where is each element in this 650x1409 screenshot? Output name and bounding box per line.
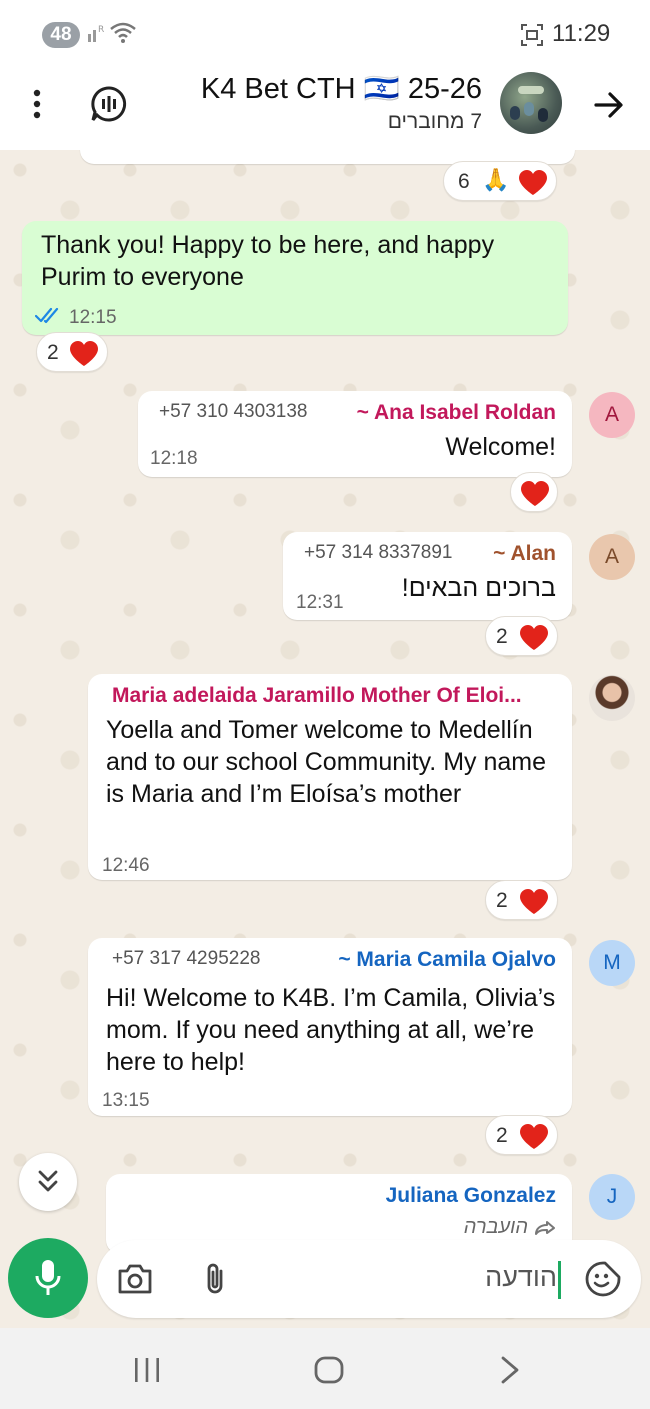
sender-phone: +57 310 4303138 <box>159 401 308 422</box>
message-bubble-incoming[interactable]: +57 314 8337891 ~ Alan ברוכים הבאים! 12:… <box>283 532 572 620</box>
status-bar: 48 R 11:29 <box>0 0 650 68</box>
back-icon[interactable] <box>498 1355 522 1385</box>
chat-area[interactable]: 6 🙏 Thank you! Happy to be here, and hap… <box>0 150 650 1328</box>
group-title[interactable]: K4 Bet CTH 🇮🇱 25-26 <box>170 72 482 106</box>
message-bubble-incoming[interactable]: +57 310 4303138 ~ Ana Isabel Roldan Welc… <box>138 391 572 477</box>
camera-icon[interactable] <box>117 1262 153 1296</box>
sender-name[interactable]: Maria adelaida Jaramillo Mother Of Eloi.… <box>112 684 522 708</box>
screen-record-icon <box>520 23 544 52</box>
sender-name[interactable]: ~ Ana Isabel Roldan <box>357 401 556 425</box>
message-text: Yoella and Tomer welcome to Medellín and… <box>106 716 547 808</box>
message-time: 13:15 <box>102 1090 150 1111</box>
chat-header: K4 Bet CTH 🇮🇱 25-26 7 מחוברים <box>0 68 650 150</box>
forwarded-label: הועברה <box>463 1216 528 1238</box>
heart-icon <box>520 625 548 650</box>
more-options-icon[interactable] <box>26 88 48 125</box>
pray-emoji-icon: 🙏 <box>482 167 510 192</box>
notification-badge: 48 <box>42 22 80 48</box>
forwarded-icon <box>535 1221 555 1235</box>
sender-phone: +57 314 8337891 <box>304 542 453 563</box>
heart-icon <box>520 889 548 914</box>
reaction-pill[interactable]: 6 🙏 <box>443 161 557 201</box>
message-text: Welcome! <box>445 433 556 461</box>
reaction-count: 2 <box>496 1124 508 1147</box>
message-time: 12:46 <box>102 855 150 876</box>
sender-avatar[interactable]: A <box>589 534 635 580</box>
reaction-count: 6 <box>458 170 470 193</box>
message-text: Thank you! Happy to be here, and happy P… <box>41 231 495 291</box>
sender-name[interactable]: Juliana Gonzalez <box>386 1184 556 1208</box>
sender-phone: +57 317 4295228 <box>112 948 261 969</box>
reaction-count: 2 <box>496 625 508 648</box>
sender-name[interactable]: ~ Maria Camila Ojalvo <box>338 948 556 972</box>
message-text: ברוכים הבאים! <box>401 574 556 602</box>
sticker-icon[interactable] <box>585 1261 621 1297</box>
back-arrow-icon[interactable] <box>592 88 626 127</box>
message-time: 12:15 <box>69 307 117 328</box>
scroll-to-bottom-button[interactable] <box>19 1153 77 1211</box>
message-time: 12:18 <box>150 448 198 469</box>
heart-icon <box>519 170 547 195</box>
double-chevron-down-icon <box>38 1170 58 1192</box>
reaction-pill[interactable] <box>510 472 558 512</box>
message-placeholder: הודעה <box>485 1262 557 1292</box>
reaction-count: 2 <box>496 889 508 912</box>
signal-icon: R <box>86 22 106 49</box>
sender-avatar[interactable]: M <box>589 940 635 986</box>
mic-icon <box>35 1260 61 1295</box>
group-avatar[interactable] <box>500 72 562 134</box>
message-bubble-incoming[interactable]: Maria adelaida Jaramillo Mother Of Eloi.… <box>88 674 572 880</box>
reaction-pill[interactable]: 2 <box>485 880 558 920</box>
sender-name[interactable]: ~ Alan <box>493 542 556 566</box>
system-navigation-bar <box>0 1328 650 1409</box>
attachment-icon[interactable] <box>203 1261 227 1297</box>
message-text: Hi! Welcome to K4B. I’m Camila, Olivia’s… <box>106 984 556 1076</box>
clock: 11:29 <box>552 20 611 47</box>
recent-apps-icon[interactable] <box>132 1356 162 1384</box>
voice-chat-icon[interactable] <box>90 85 128 128</box>
reaction-pill[interactable]: 2 <box>485 1115 558 1155</box>
reaction-pill[interactable]: 2 <box>36 332 108 372</box>
home-icon[interactable] <box>313 1355 345 1385</box>
sender-avatar[interactable]: J <box>589 1174 635 1220</box>
text-caret <box>558 1261 561 1299</box>
sender-avatar-photo[interactable] <box>589 675 635 721</box>
read-ticks-icon <box>35 307 59 324</box>
wifi-icon <box>108 20 138 51</box>
message-bubble-outgoing[interactable]: Thank you! Happy to be here, and happy P… <box>22 221 568 335</box>
svg-text:R: R <box>98 25 104 35</box>
heart-icon <box>70 341 98 366</box>
sender-avatar[interactable]: A <box>589 392 635 438</box>
heart-icon <box>521 481 549 506</box>
heart-icon <box>520 1124 548 1149</box>
group-online-count: 7 מחוברים <box>387 110 482 133</box>
message-time: 12:31 <box>296 592 344 613</box>
message-bubble-incoming[interactable]: +57 317 4295228 ~ Maria Camila Ojalvo Hi… <box>88 938 572 1116</box>
mic-button[interactable] <box>8 1238 88 1318</box>
reaction-pill[interactable]: 2 <box>485 616 558 656</box>
reaction-count: 2 <box>47 341 59 364</box>
